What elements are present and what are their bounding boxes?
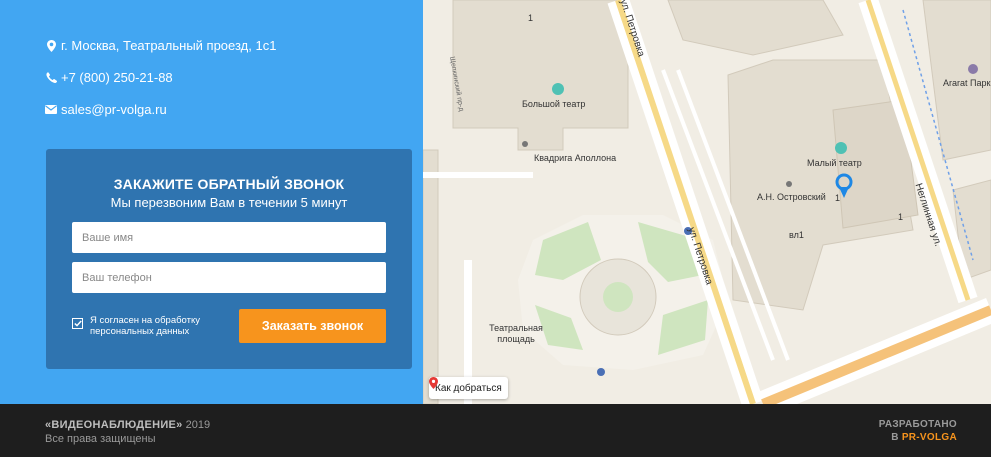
footer-year: 2019 (185, 419, 211, 431)
footer-rights: Все права защищены (45, 433, 156, 445)
checkmark-icon (73, 320, 82, 327)
map-label-ostrovsky: А.Н. Островский (757, 192, 826, 202)
envelope-icon (45, 103, 57, 117)
consent-row: Я согласен на обработку персональных дан… (72, 315, 222, 337)
email-line: sales@pr-volga.ru (45, 102, 167, 117)
developer-name[interactable]: PR-VOLGA (902, 432, 957, 443)
directions-label: Как добраться (435, 382, 502, 394)
map-widget[interactable]: Большой театр Квадрига Аполлона Малый те… (423, 0, 991, 404)
location-pin-icon (45, 39, 57, 53)
address-text: г. Москва, Театральный проезд, 1с1 (61, 38, 277, 53)
phone-text[interactable]: +7 (800) 250-21-88 (61, 70, 173, 85)
map-label-ararat: Ararat Парк (943, 78, 991, 88)
contact-panel: г. Москва, Театральный проезд, 1с1 +7 (8… (0, 0, 423, 404)
form-subtitle: Мы перезвоним Вам в течении 5 минут (110, 195, 348, 210)
phone-line: +7 (800) 250-21-88 (45, 70, 173, 85)
map-label-bolshoi: Большой театр (522, 99, 586, 109)
consent-label: Я согласен на обработку персональных дан… (90, 315, 200, 337)
footer-brand-name: «ВИДЕОНАБЛЮДЕНИЕ» (45, 419, 183, 431)
email-text[interactable]: sales@pr-volga.ru (61, 102, 167, 117)
map-label-number: 1 (528, 13, 534, 23)
map-label-vl1: вл1 (789, 230, 804, 240)
phone-icon (45, 71, 57, 85)
map-label-number: 1 (835, 193, 841, 203)
map-label-number: 1 (898, 212, 904, 222)
map-label-maly: Малый театр (807, 158, 862, 168)
consent-checkbox[interactable] (72, 318, 83, 329)
callback-form: ЗАКАЖИТЕ ОБРАТНЫЙ ЗВОНОК Мы перезвоним В… (46, 149, 412, 369)
developer-credit[interactable]: РАЗРАБОТАНО В PR-VOLGA (879, 418, 957, 444)
footer-brand: «ВИДЕОНАБЛЮДЕНИЕ» 2019 (45, 419, 210, 431)
footer: «ВИДЕОНАБЛЮДЕНИЕ» 2019 Все права защищен… (0, 404, 991, 457)
phone-input[interactable] (72, 262, 386, 293)
developer-in: В (891, 432, 899, 443)
address-line: г. Москва, Театральный проезд, 1с1 (45, 38, 276, 53)
developer-label: РАЗРАБОТАНО (878, 419, 957, 430)
order-call-button[interactable]: Заказать звонок (239, 309, 386, 343)
map-label-kvadriga: Квадрига Аполлона (534, 153, 617, 163)
map-label-square: Театральная площадь (489, 323, 543, 344)
directions-button[interactable]: Как добраться (429, 377, 508, 399)
form-title: ЗАКАЖИТЕ ОБРАТНЫЙ ЗВОНОК (113, 176, 345, 192)
name-input[interactable] (72, 222, 386, 253)
map-pin-icon (429, 377, 438, 389)
